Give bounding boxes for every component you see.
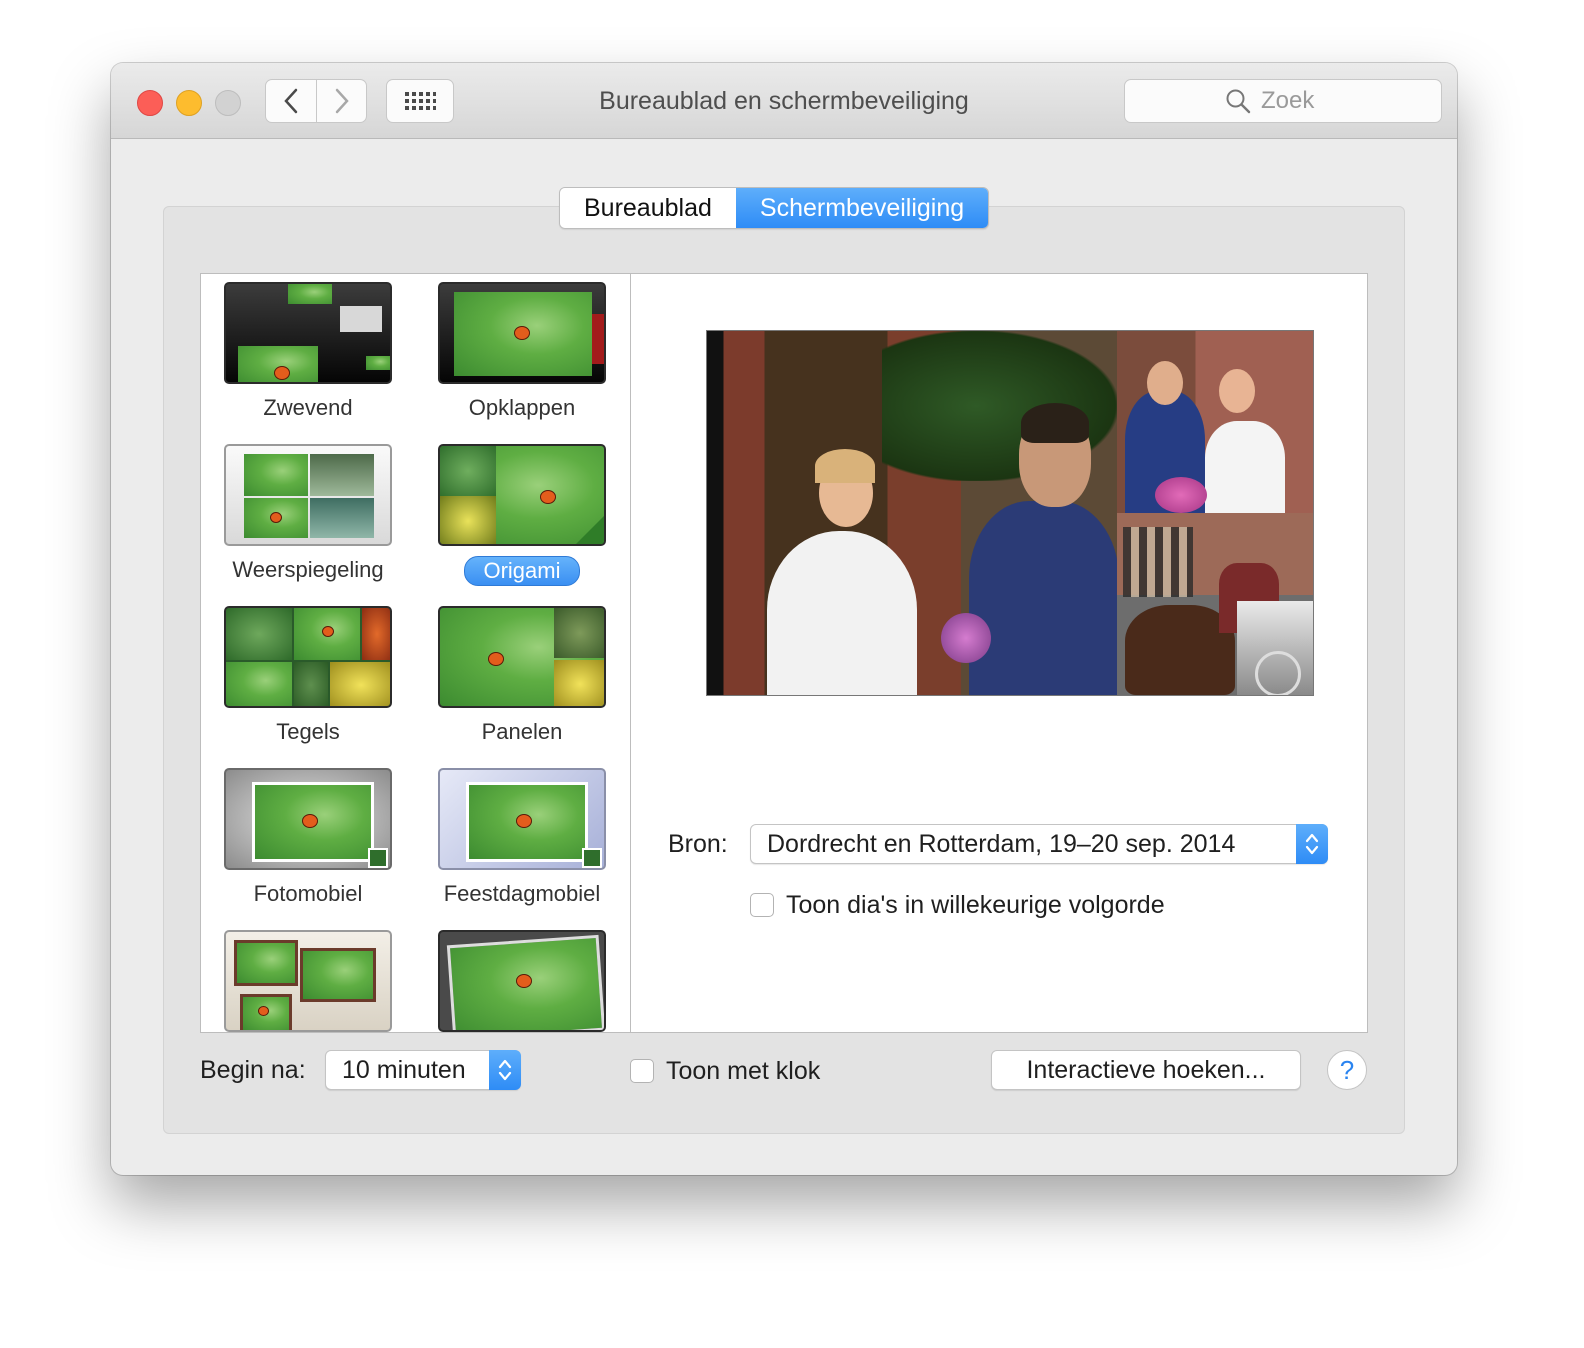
screensaver-item-weerspiegeling[interactable]: Weerspiegeling	[201, 444, 415, 584]
screensaver-label: Tegels	[276, 719, 340, 744]
tab-screensaver[interactable]: Schermbeveiliging	[735, 188, 989, 228]
screensaver-options-panel: Bron: Dordrecht en Rotterdam, 19–20 sep.…	[630, 273, 1368, 1033]
screensaver-thumbnail	[438, 606, 606, 708]
screensaver-label: Panelen	[481, 719, 563, 744]
screensaver-list[interactable]: Zwevend Opklappen Weerspiegeling Origami…	[200, 273, 631, 1033]
source-stepper	[1296, 824, 1328, 864]
tab-bar: Bureaublad Schermbeveiliging	[559, 187, 990, 229]
start-after-value: 10 minuten	[342, 1056, 466, 1084]
source-value: Dordrecht en Rotterdam, 19–20 sep. 2014	[767, 830, 1236, 858]
screensaver-thumbnail	[438, 282, 606, 384]
screensaver-item-fotomobiel[interactable]: Fotomobiel	[201, 768, 415, 908]
up-down-arrows-icon	[498, 1059, 512, 1081]
screensaver-item-panelen[interactable]: Panelen	[415, 606, 629, 746]
screensaver-item-opklappen[interactable]: Opklappen	[415, 282, 629, 422]
start-after-popup[interactable]: 10 minuten	[325, 1050, 521, 1090]
up-down-arrows-icon	[1305, 833, 1319, 855]
shuffle-label: Toon dia's in willekeurige volgorde	[786, 891, 1165, 919]
titlebar: Bureaublad en schermbeveiliging	[111, 63, 1457, 139]
search-field[interactable]	[1124, 79, 1442, 123]
screensaver-label: Origami	[464, 556, 580, 586]
source-popup[interactable]: Dordrecht en Rotterdam, 19–20 sep. 2014	[750, 824, 1328, 864]
screensaver-thumbnail	[224, 930, 392, 1032]
shuffle-checkbox[interactable]	[750, 893, 774, 917]
screensaver-label: Opklappen	[468, 395, 576, 420]
search-input[interactable]	[1261, 87, 1341, 115]
hot-corners-button[interactable]: Interactieve hoeken...	[991, 1050, 1301, 1090]
show-clock-checkbox[interactable]	[630, 1059, 654, 1083]
screensaver-label: Feestdagmobiel	[443, 881, 601, 906]
screensaver-preview	[706, 330, 1314, 696]
screensaver-item-zwevend[interactable]: Zwevend	[201, 282, 415, 422]
screensaver-thumbnail	[224, 444, 392, 546]
screensaver-thumbnail	[438, 768, 606, 870]
screensaver-item-partial[interactable]	[415, 930, 629, 1032]
screensaver-thumbnail	[224, 606, 392, 708]
source-label: Bron:	[668, 830, 728, 858]
help-button[interactable]: ?	[1327, 1050, 1367, 1090]
tab-desktop[interactable]: Bureaublad	[560, 188, 736, 228]
preferences-window: Bureaublad en schermbeveiliging Bureaubl…	[111, 63, 1457, 1175]
screensaver-label: Weerspiegeling	[232, 557, 384, 582]
start-after-stepper	[489, 1050, 521, 1090]
screensaver-label: Zwevend	[263, 395, 353, 420]
screensaver-item-origami[interactable]: Origami	[415, 444, 629, 586]
screensaver-item-tegels[interactable]: Tegels	[201, 606, 415, 746]
screensaver-thumbnail	[438, 444, 606, 546]
screensaver-item-feestdagmobiel[interactable]: Feestdagmobiel	[415, 768, 629, 908]
start-after-label: Begin na:	[200, 1056, 306, 1084]
screensaver-thumbnail	[224, 768, 392, 870]
screensaver-thumbnail	[224, 282, 392, 384]
screensaver-item-partial[interactable]	[201, 930, 415, 1032]
screensaver-thumbnail	[438, 930, 606, 1032]
search-icon	[1226, 89, 1251, 114]
screensaver-label: Fotomobiel	[253, 881, 363, 906]
show-clock-label: Toon met klok	[666, 1057, 821, 1085]
